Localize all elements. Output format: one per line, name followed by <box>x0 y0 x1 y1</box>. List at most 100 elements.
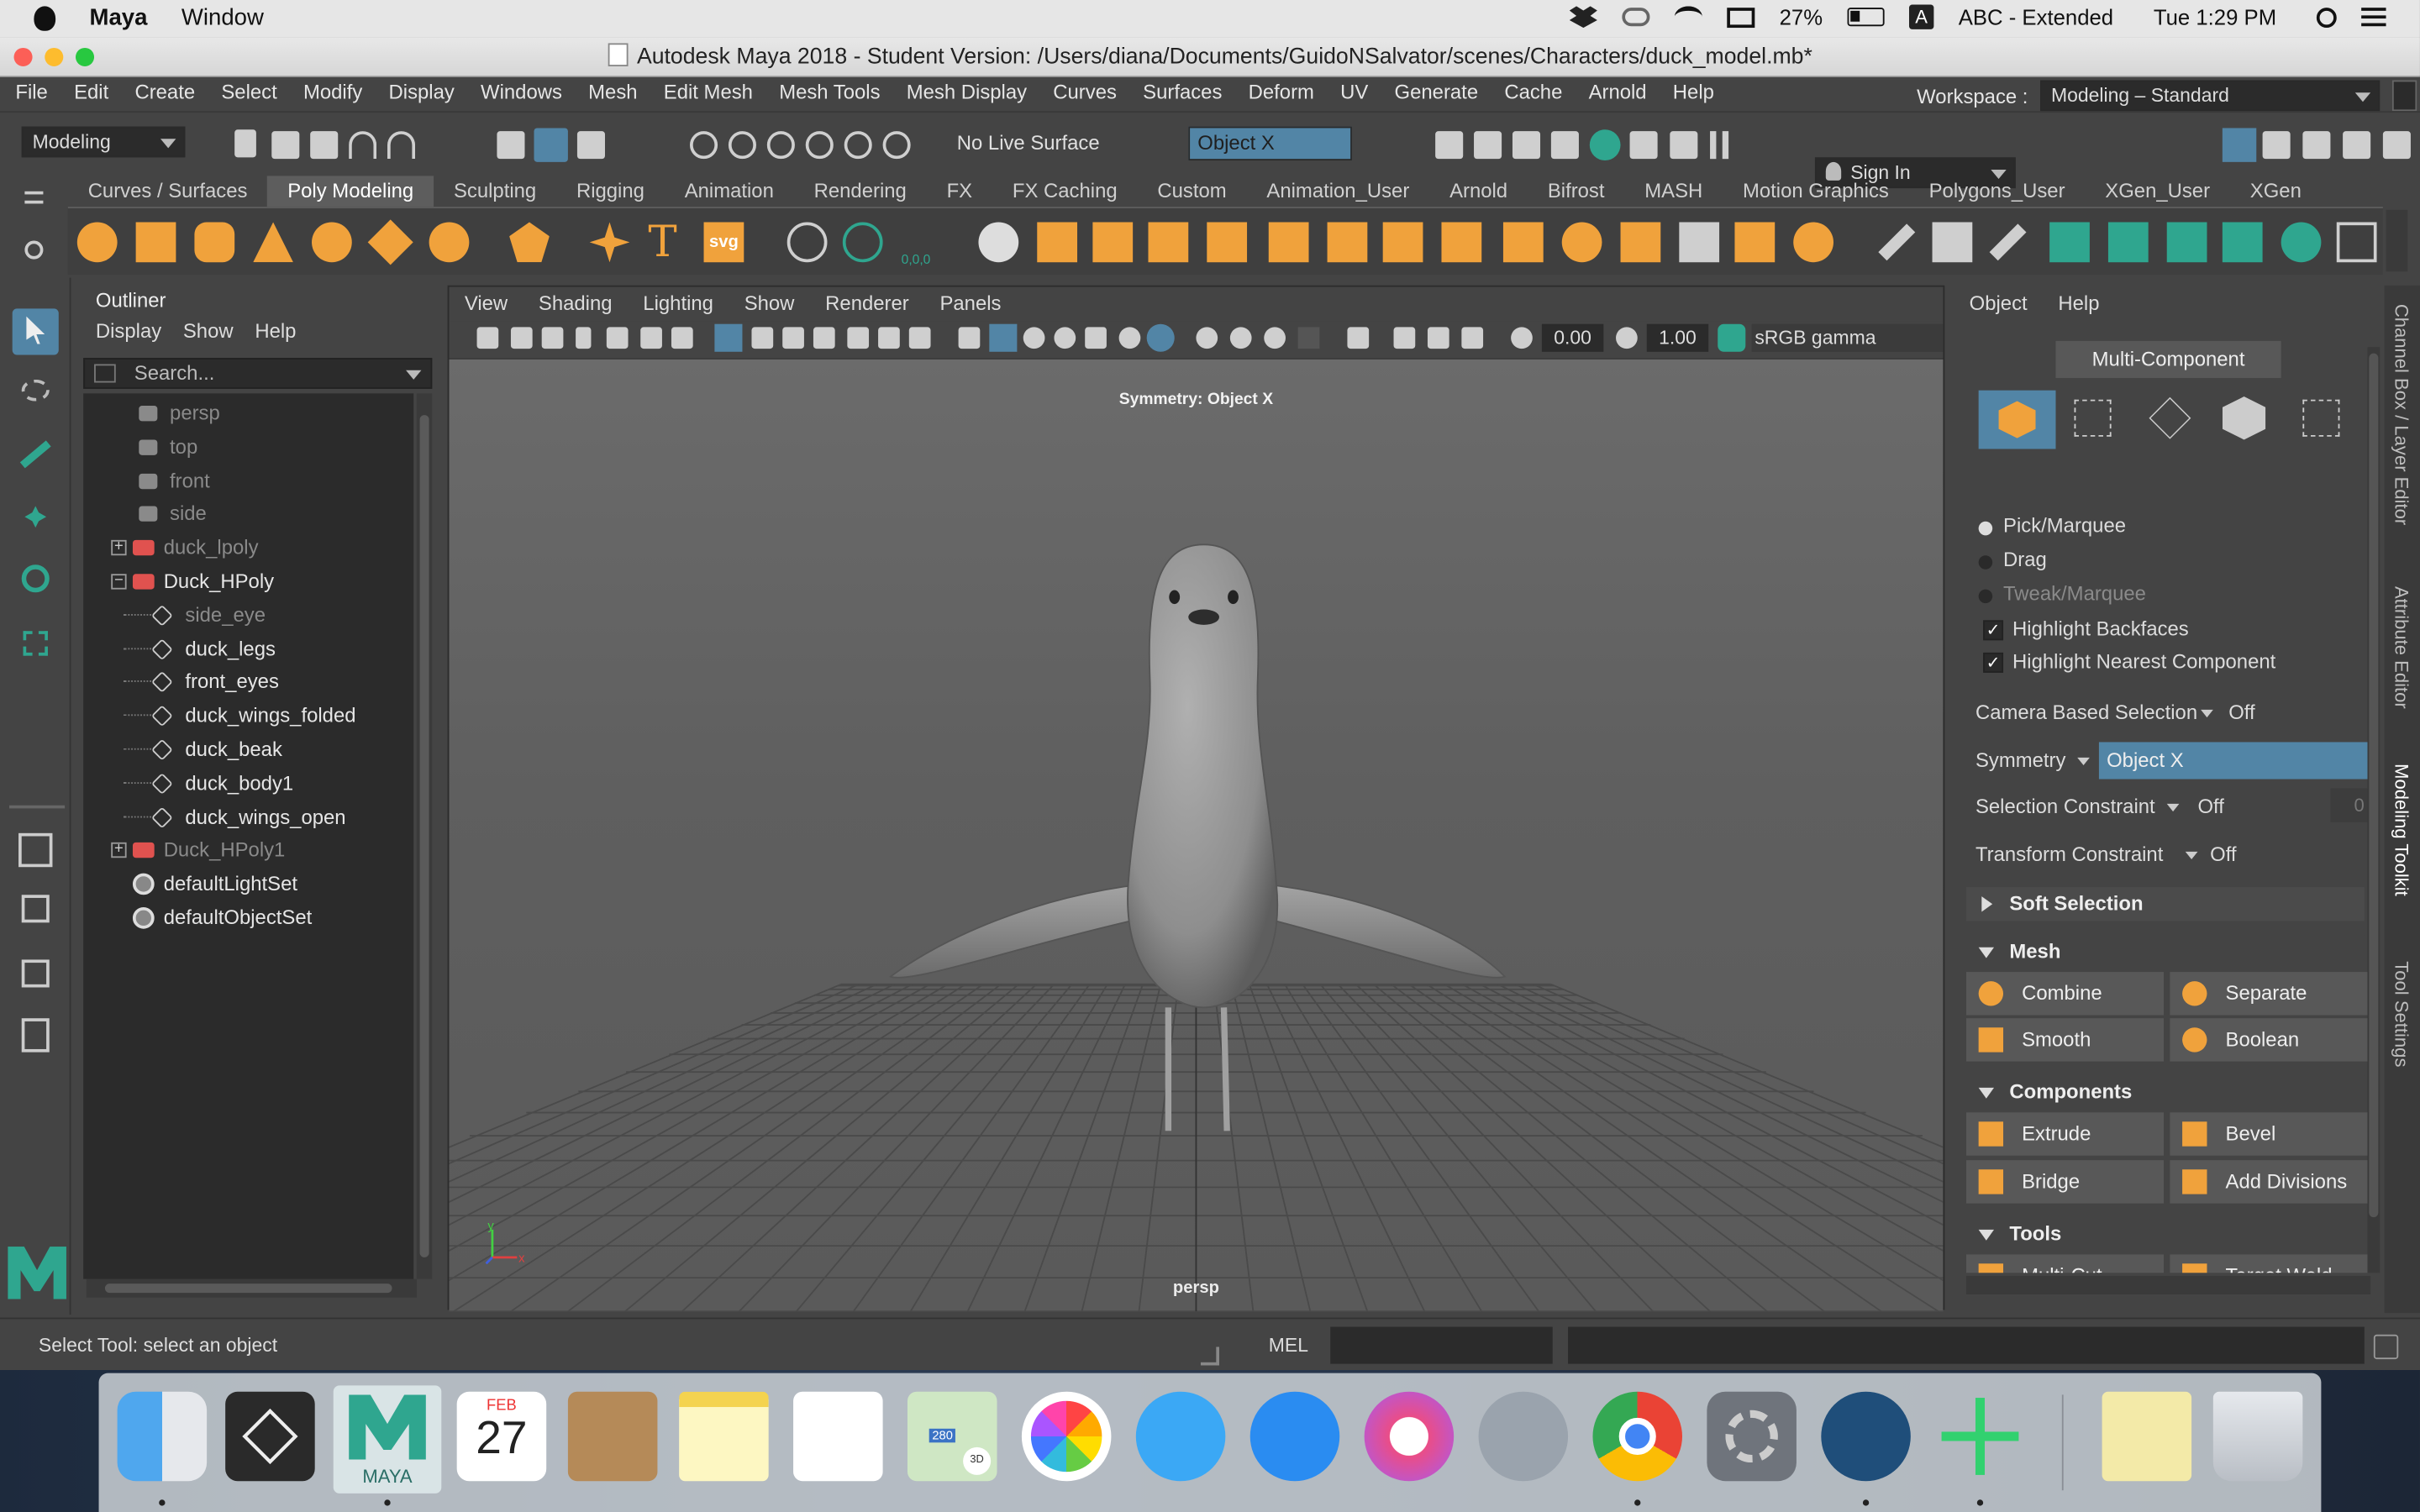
unity-icon[interactable] <box>225 1391 315 1482</box>
save-scene-icon[interactable] <box>310 131 339 160</box>
menu-display[interactable]: Display <box>389 81 455 104</box>
ambient-occlusion-icon[interactable] <box>1229 327 1252 349</box>
tools-section-header[interactable]: Tools <box>1965 1217 2365 1252</box>
bevel-shelf-icon[interactable] <box>1441 222 1482 263</box>
outliner-item[interactable]: front_eyes <box>83 665 413 699</box>
shelf-tab-fx[interactable]: FX <box>927 176 992 207</box>
outliner-horizontal-scrollbar[interactable] <box>86 1278 417 1298</box>
transform-constraint-value[interactable]: Off <box>2210 843 2236 866</box>
multi-component-button[interactable]: Multi-Component <box>2055 340 2281 378</box>
freeze-transform-icon[interactable] <box>842 222 883 263</box>
motion-blur-icon[interactable] <box>1264 327 1286 349</box>
target-weld-shelf-icon[interactable] <box>1620 222 1661 263</box>
selection-constraint-value[interactable]: Off <box>2197 795 2223 818</box>
expand-icon[interactable]: + <box>111 539 127 556</box>
exposure-field[interactable]: 0.00 <box>1541 323 1604 352</box>
checker-icon[interactable] <box>2336 222 2377 263</box>
select-camera-icon[interactable] <box>476 327 499 349</box>
combine-button[interactable]: Combine <box>1965 972 2165 1016</box>
textured-icon[interactable] <box>1054 327 1076 349</box>
calendar-icon[interactable]: FEB 27 <box>456 1391 547 1482</box>
color-management-icon[interactable] <box>1718 323 1746 352</box>
frame-selected-icon[interactable] <box>1427 327 1449 349</box>
outliner-menu-display[interactable]: Display <box>96 319 161 343</box>
boolean-button[interactable]: Boolean <box>2170 1018 2368 1062</box>
menu-deform[interactable]: Deform <box>1249 81 1314 104</box>
camera-based-selection-value[interactable]: Off <box>2228 701 2254 724</box>
apple-icon[interactable] <box>34 5 56 30</box>
2d-pan-zoom-icon[interactable] <box>640 327 662 349</box>
shelf-menu-icon[interactable] <box>24 191 44 204</box>
duck-left-wing[interactable] <box>888 883 1144 979</box>
viewport-canvas[interactable]: Symmetry: Object X y x persp <box>449 359 1944 1312</box>
finder-icon[interactable] <box>117 1391 208 1482</box>
viewport-menu-shading[interactable]: Shading <box>539 287 613 321</box>
live-surface-label[interactable]: No Live Surface <box>957 131 1100 155</box>
toolkit-horizontal-scrollbar[interactable] <box>1965 1275 2371 1294</box>
shelf-tab-curves-surfaces[interactable]: Curves / Surfaces <box>68 176 268 207</box>
duck-model[interactable] <box>888 543 1507 1131</box>
menu-uv[interactable]: UV <box>1340 81 1368 104</box>
tab-channel-box[interactable]: Channel Box / Layer Editor <box>2391 304 2412 525</box>
object-mode-button[interactable] <box>1978 390 2056 449</box>
render-view-icon[interactable] <box>1435 131 1464 160</box>
outliner-item[interactable]: top <box>83 430 413 464</box>
spotlight-icon[interactable] <box>2316 7 2337 28</box>
outliner-vertical-scrollbar[interactable] <box>416 393 433 1279</box>
menu-create[interactable]: Create <box>134 81 195 104</box>
toolkit-menu-help[interactable]: Help <box>2058 291 2099 315</box>
face-mode-icon[interactable] <box>2222 396 2266 440</box>
reset-transform-icon[interactable]: 0,0,0 <box>902 251 931 266</box>
duck-right-eye[interactable] <box>1228 590 1239 605</box>
outliner-item[interactable]: duck_legs <box>83 632 413 665</box>
view-transform-dropdown[interactable]: sRGB gamma <box>1751 323 1944 352</box>
duck-right-leg[interactable] <box>1220 1007 1230 1131</box>
boolean-shelf-icon[interactable] <box>1207 222 1248 263</box>
input-source-label[interactable]: ABC - Extended <box>1959 5 2113 29</box>
outliner-item[interactable]: duck_wings_folded <box>83 699 413 732</box>
menu-windows[interactable]: Windows <box>481 81 562 104</box>
wireframe-on-shaded-icon[interactable] <box>1023 327 1045 349</box>
tab-modeling-toolkit[interactable]: Modeling Toolkit <box>2391 764 2412 896</box>
shelf-tab-bifrost[interactable]: Bifrost <box>1528 176 1624 207</box>
window-menu[interactable]: Window <box>182 5 264 31</box>
clock[interactable]: Tue 1:29 PM <box>2154 5 2276 29</box>
uv-shell-icon[interactable] <box>2049 222 2090 263</box>
isolate-select-icon[interactable] <box>1347 327 1370 349</box>
creative-cloud-icon[interactable] <box>1622 8 1650 27</box>
modeling-toolkit-toggle-icon[interactable] <box>2382 131 2411 160</box>
app-store-icon[interactable] <box>1249 1391 1340 1482</box>
image-plane-icon[interactable] <box>606 327 629 349</box>
outliner-item[interactable]: side <box>83 497 413 531</box>
hypershade-icon[interactable] <box>1589 129 1621 161</box>
select-by-component-icon[interactable] <box>576 131 605 160</box>
menu-surfaces[interactable]: Surfaces <box>1143 81 1222 104</box>
scale-tool-icon[interactable] <box>13 620 59 666</box>
poly-plane-icon[interactable] <box>367 219 413 265</box>
persp-outliner-layout-icon[interactable] <box>13 950 59 996</box>
tab-tool-settings[interactable]: Tool Settings <box>2391 961 2412 1067</box>
multi-cut-shelf-icon[interactable] <box>1561 222 1602 263</box>
select-by-object-icon[interactable] <box>534 128 568 162</box>
pick-mode-radio[interactable] <box>1978 555 1993 570</box>
toolkit-vertical-scrollbar[interactable] <box>2367 347 2381 1273</box>
outliner-item[interactable]: defaultLightSet <box>83 868 413 901</box>
lattice-icon[interactable] <box>1932 222 1973 263</box>
use-all-lights-icon[interactable] <box>1085 327 1107 349</box>
xray-joints-icon[interactable] <box>1196 327 1218 349</box>
light-editor-icon[interactable] <box>1670 131 1698 160</box>
uv-mode-icon[interactable] <box>2302 399 2340 437</box>
outliner-menu-help[interactable]: Help <box>255 319 296 343</box>
duck-beak[interactable] <box>1188 609 1219 625</box>
chrome-icon[interactable] <box>1592 1391 1683 1482</box>
shelf-tab-animation[interactable]: Animation <box>665 176 794 207</box>
shelf-tab-animation-user[interactable]: Animation_User <box>1247 176 1430 207</box>
xray-icon[interactable] <box>1146 323 1175 352</box>
shelf-tab-custom[interactable]: Custom <box>1138 176 1247 207</box>
checkbox[interactable]: ✓ <box>1983 620 2004 641</box>
menu-edit[interactable]: Edit <box>74 81 108 104</box>
components-section-header[interactable]: Components <box>1965 1075 2365 1110</box>
undo-icon[interactable] <box>349 131 377 160</box>
system-preferences-icon[interactable] <box>1707 1391 1797 1482</box>
pause-icon[interactable] <box>1710 131 1729 160</box>
